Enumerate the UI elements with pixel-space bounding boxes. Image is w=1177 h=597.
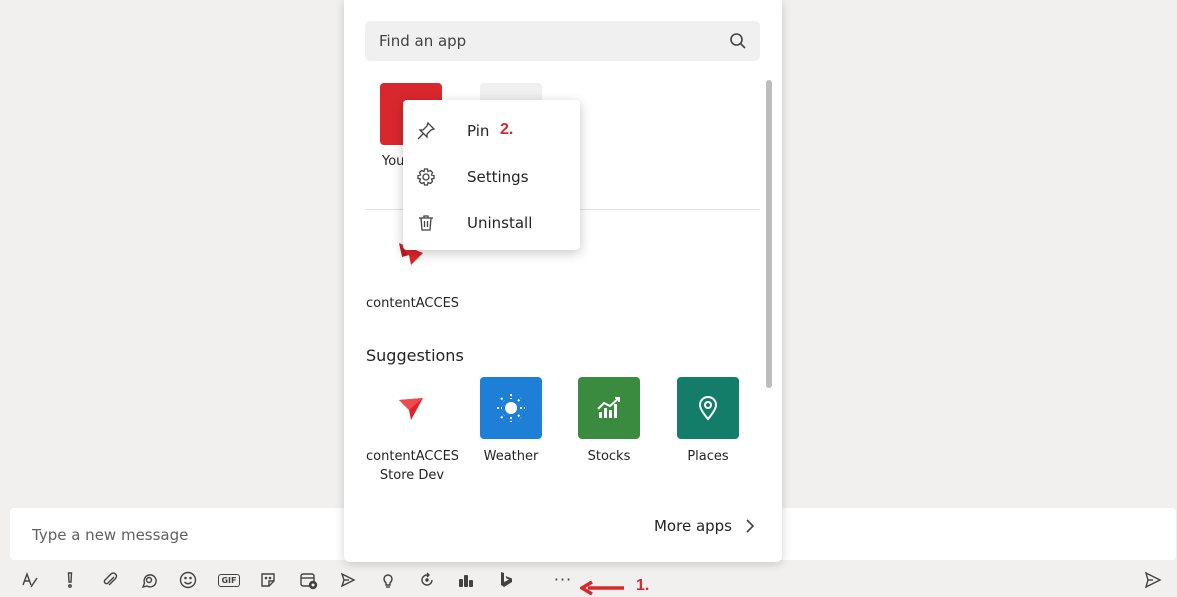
loop-icon[interactable] xyxy=(137,568,161,592)
important-icon[interactable] xyxy=(58,568,82,592)
menu-label-uninstall: Uninstall xyxy=(467,214,533,232)
schedule-meeting-icon[interactable] xyxy=(296,568,320,592)
more-icon[interactable]: ··· xyxy=(551,568,575,592)
chart-icon xyxy=(597,397,620,418)
chevron-right-icon xyxy=(746,519,755,533)
search-placeholder: Find an app xyxy=(379,32,467,50)
emoji-icon[interactable] xyxy=(176,568,200,592)
annotation-arrow xyxy=(580,581,624,595)
gif-icon[interactable]: GIF xyxy=(217,568,241,592)
bing-icon[interactable] xyxy=(494,568,518,592)
app-label-contentacces-store-dev-line2: Store Dev xyxy=(379,468,445,483)
menu-label-pin: Pin xyxy=(467,122,490,140)
suggestions-heading: Suggestions xyxy=(366,346,464,365)
app-label-places: Places xyxy=(687,449,729,464)
more-apps-label: More apps xyxy=(653,517,732,535)
paper-plane-icon xyxy=(399,398,423,420)
menu-item-uninstall[interactable]: Uninstall xyxy=(403,200,580,246)
praise-icon[interactable] xyxy=(376,568,400,592)
app-label-contentacces: contentACCES xyxy=(366,296,458,311)
sticker-icon[interactable] xyxy=(256,568,280,592)
app-context-menu: Pin Settings Uninstall xyxy=(403,100,580,250)
sun-icon xyxy=(497,394,525,422)
send-icon[interactable] xyxy=(1141,568,1165,592)
trash-icon xyxy=(415,212,437,234)
stream-icon[interactable] xyxy=(336,568,360,592)
app-label-contentacces-store-dev: contentACCES xyxy=(366,449,458,464)
pin-icon xyxy=(415,120,437,142)
compose-placeholder: Type a new message xyxy=(32,526,189,544)
app-tile-weather[interactable] xyxy=(480,377,542,439)
format-icon[interactable] xyxy=(18,568,42,592)
menu-label-settings: Settings xyxy=(467,168,529,186)
app-label-stocks: Stocks xyxy=(587,449,631,464)
annotation-step-2: 2. xyxy=(500,121,514,138)
search-input[interactable]: Find an app xyxy=(365,21,760,61)
app-label-weather: Weather xyxy=(483,449,539,464)
app-tile-places[interactable] xyxy=(677,377,739,439)
scrollbar[interactable] xyxy=(766,80,772,388)
menu-item-settings[interactable]: Settings xyxy=(403,154,580,200)
app-tile-contentacces-store-dev[interactable] xyxy=(380,377,442,439)
menu-item-pin[interactable]: Pin xyxy=(403,108,580,154)
gear-icon xyxy=(415,166,437,188)
search-icon[interactable] xyxy=(728,31,748,51)
stocks-icon[interactable] xyxy=(454,568,478,592)
messaging-extensions-flyout: Find an app You contentACCES Suggestions… xyxy=(344,0,782,562)
attach-icon[interactable] xyxy=(98,568,122,592)
updates-icon[interactable] xyxy=(415,568,439,592)
annotation-step-1: 1. xyxy=(636,577,650,594)
location-pin-icon xyxy=(698,396,718,421)
app-tile-stocks[interactable] xyxy=(578,377,640,439)
more-apps-link[interactable]: More apps xyxy=(654,517,756,535)
app-label-you: You xyxy=(382,154,404,169)
